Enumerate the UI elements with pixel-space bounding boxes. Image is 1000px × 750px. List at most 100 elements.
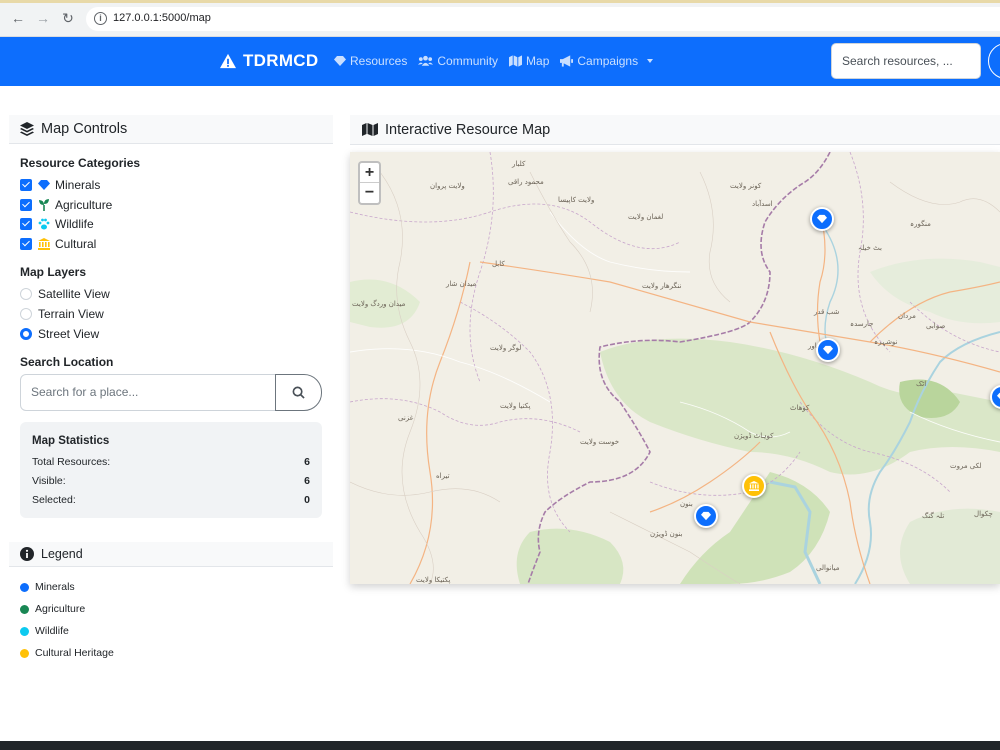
- map-header: Interactive Resource Map: [350, 115, 1000, 145]
- map-label: کونر ولایت: [730, 182, 762, 190]
- nav-search-button[interactable]: [988, 43, 1000, 79]
- nav-resources[interactable]: Resources: [334, 54, 407, 68]
- place-search-input[interactable]: Search for a place...: [20, 374, 276, 411]
- map-label: میانوالی: [816, 564, 840, 572]
- map-label: بنون ڈویژن: [650, 530, 683, 538]
- zoom-out-button[interactable]: −: [360, 183, 379, 203]
- minerals-label: Minerals: [55, 178, 101, 192]
- stat-visible-label: Visible:: [32, 475, 66, 487]
- stat-visible-value: 6: [304, 475, 310, 487]
- stat-selected-value: 0: [304, 494, 310, 506]
- address-url: 127.0.0.1:5000/map: [113, 12, 211, 24]
- category-cultural[interactable]: Cultural: [20, 237, 96, 251]
- cultural-dot: [20, 648, 29, 658]
- place-search-button[interactable]: [275, 374, 322, 411]
- stats-title: Map Statistics: [32, 435, 110, 447]
- nav-community-label: Community: [437, 54, 499, 68]
- street-label: Street View: [38, 327, 100, 341]
- brand-link[interactable]: TDRMCD: [219, 51, 318, 71]
- map-controls-header: Map Controls: [9, 115, 333, 144]
- map-label: لکی مروت: [950, 462, 982, 470]
- map-label: مردان: [898, 312, 916, 320]
- seedling-icon: [38, 199, 50, 211]
- resource-map[interactable]: کلبار ولایت پروان محمود راقی ولایت کاپیس…: [350, 152, 1000, 584]
- site-info-icon[interactable]: i: [94, 12, 107, 25]
- chevron-down-icon: [647, 59, 654, 63]
- map-label: ولایت پروان: [430, 182, 465, 190]
- map-label: لغمان ولایت: [628, 213, 664, 221]
- map-label: صوابی: [926, 322, 946, 330]
- layer-terrain[interactable]: Terrain View: [20, 307, 104, 321]
- street-radio[interactable]: [20, 328, 32, 340]
- map-statistics: Map Statistics Total Resources: 6 Visibl…: [20, 422, 322, 518]
- browser-toolbar: ← → ↻ i 127.0.0.1:5000/map: [0, 0, 1000, 37]
- address-bar[interactable]: i 127.0.0.1:5000/map: [86, 7, 1000, 31]
- legend-wildlife-label: Wildlife: [35, 625, 69, 637]
- map-label: بٹ خیلہ: [858, 244, 882, 252]
- users-icon: [418, 55, 434, 66]
- top-navbar: TDRMCD Resources Community Map Campaigns: [0, 37, 1000, 86]
- cultural-checkbox[interactable]: [20, 238, 32, 250]
- map-label: چارسدہ: [850, 320, 874, 328]
- stat-selected-label: Selected:: [32, 494, 76, 506]
- nav-campaigns-label: Campaigns: [577, 54, 639, 68]
- satellite-label: Satellite View: [38, 287, 110, 301]
- minerals-checkbox[interactable]: [20, 179, 32, 191]
- layers-title: Map Layers: [20, 265, 87, 279]
- map-tiles[interactable]: [350, 152, 1000, 584]
- info-circle-icon: [20, 547, 34, 561]
- map-controls-title: Map Controls: [41, 121, 128, 137]
- stat-total-value: 6: [304, 456, 310, 468]
- zoom-control: + −: [358, 161, 381, 205]
- map-label: تلہ گنگ: [922, 512, 945, 520]
- nav-map-label: Map: [526, 54, 550, 68]
- category-wildlife[interactable]: Wildlife: [20, 217, 94, 231]
- category-minerals[interactable]: Minerals: [20, 178, 100, 192]
- mineral-marker[interactable]: [694, 504, 718, 528]
- map-label: کابل: [492, 260, 505, 268]
- map-label: خوست ولایت: [580, 438, 620, 446]
- categories-title: Resource Categories: [20, 156, 141, 170]
- gem-icon: [334, 56, 346, 66]
- legend-cultural-label: Cultural Heritage: [35, 647, 114, 659]
- legend-agriculture-label: Agriculture: [35, 603, 86, 615]
- nav-map[interactable]: Map: [509, 54, 549, 68]
- legend-minerals-label: Minerals: [35, 581, 75, 593]
- terrain-label: Terrain View: [38, 307, 104, 321]
- bullhorn-icon: [560, 55, 574, 67]
- back-arrow-icon[interactable]: ←: [9, 9, 27, 27]
- map-label: منگورہ: [910, 220, 931, 228]
- wildlife-checkbox[interactable]: [20, 218, 32, 230]
- mineral-marker[interactable]: [816, 338, 840, 362]
- category-agriculture[interactable]: Agriculture: [20, 198, 112, 212]
- nav-campaigns[interactable]: Campaigns: [560, 54, 654, 68]
- cultural-marker[interactable]: [742, 474, 766, 498]
- nav-community[interactable]: Community: [418, 54, 498, 68]
- map-title: Interactive Resource Map: [385, 121, 551, 138]
- nav-search-input[interactable]: Search resources, ...: [831, 43, 981, 79]
- map-label: پکتیکا ولایت: [416, 576, 451, 584]
- gem-icon: [823, 345, 833, 355]
- legend-cultural: Cultural Heritage: [20, 647, 114, 659]
- map-label: شب قدر: [814, 308, 840, 316]
- reload-icon[interactable]: ↻: [59, 9, 77, 27]
- map-label: ننگرهار ولایت: [642, 282, 682, 290]
- satellite-radio[interactable]: [20, 288, 32, 300]
- nav-links: Resources Community Map Campaigns: [334, 54, 654, 68]
- wildlife-dot: [20, 626, 29, 636]
- layer-street[interactable]: Street View: [20, 327, 99, 341]
- forward-arrow-icon[interactable]: →: [34, 9, 52, 27]
- map-label: تیراه: [436, 472, 450, 480]
- map-label: میدان وردگ ولایت: [352, 300, 406, 308]
- map-label: کوہاٹ ڈویژن: [734, 432, 774, 440]
- layer-satellite[interactable]: Satellite View: [20, 287, 110, 301]
- zoom-in-button[interactable]: +: [360, 163, 379, 183]
- mineral-marker[interactable]: [810, 207, 834, 231]
- terrain-radio[interactable]: [20, 308, 32, 320]
- window-top-edge: [0, 0, 1000, 3]
- page-footer: [0, 741, 1000, 750]
- search-icon: [292, 386, 305, 399]
- cultural-label: Cultural: [55, 237, 97, 251]
- agriculture-checkbox[interactable]: [20, 199, 32, 211]
- gem-icon: [38, 179, 50, 191]
